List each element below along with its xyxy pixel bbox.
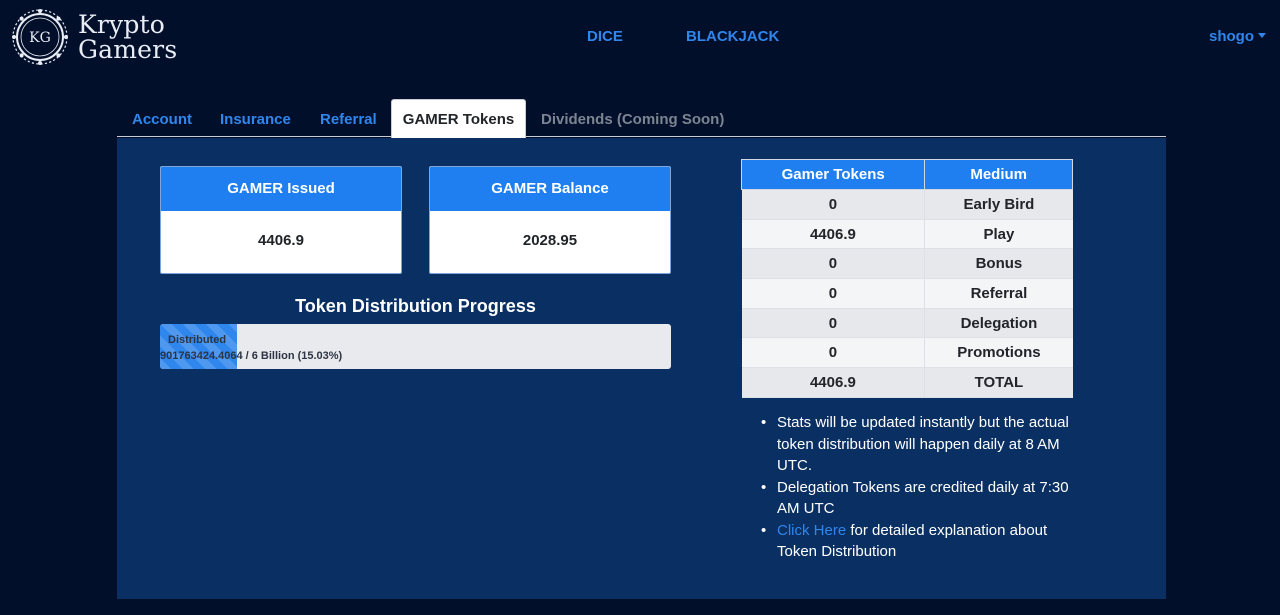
- nav-blackjack-link[interactable]: BLACKJACK: [686, 28, 779, 45]
- gamer-issued-card: GAMER Issued 4406.9: [160, 166, 402, 274]
- table-cell-medium: Early Bird: [924, 189, 1073, 220]
- tab-gamer-tokens[interactable]: GAMER Tokens: [391, 99, 526, 138]
- table-row-total: 4406.9 TOTAL: [741, 367, 1073, 398]
- table-cell-medium: Promotions: [924, 337, 1073, 369]
- progress-label: Distributed: [168, 334, 227, 346]
- table-cell-medium: Delegation: [924, 308, 1073, 339]
- table-cell-tokens: 0: [741, 308, 926, 339]
- brand-name: Krypto Gamers: [78, 12, 177, 62]
- table-row: 0 Early Bird: [741, 189, 1073, 220]
- tab-insurance[interactable]: Insurance: [220, 99, 291, 137]
- table-row: 0 Promotions: [741, 337, 1073, 369]
- note-stats-update: Stats will be updated instantly but the …: [761, 412, 1077, 477]
- gamer-issued-label: GAMER Issued: [161, 167, 401, 211]
- table-row: 0 Referral: [741, 278, 1073, 309]
- table-cell-medium: Referral: [924, 278, 1073, 309]
- gamer-balance-value: 2028.95: [522, 232, 578, 249]
- note-explanation: Click Here for detailed explanation abou…: [761, 520, 1077, 563]
- table-header-row: Gamer Tokens Medium: [740, 159, 1073, 190]
- table-cell-tokens: 0: [741, 248, 926, 280]
- table-row: 0 Delegation: [741, 308, 1073, 339]
- brand-name-line2: Gamers: [78, 35, 178, 64]
- distribution-notes: Stats will be updated instantly but the …: [761, 412, 1077, 563]
- header-medium: Medium: [924, 159, 1073, 190]
- tab-dividends: Dividends (Coming Soon): [541, 111, 725, 128]
- account-tabs: Account Insurance Referral GAMER Tokens …: [117, 99, 1166, 138]
- gamer-issued-value: 4406.9: [258, 232, 304, 249]
- table-cell-total-label: TOTAL: [924, 367, 1073, 398]
- table-cell-tokens: 0: [741, 337, 926, 369]
- table-row: 4406.9 Play: [741, 219, 1073, 250]
- note-delegation: Delegation Tokens are credited daily at …: [761, 477, 1077, 520]
- header-gamer-tokens: Gamer Tokens: [740, 159, 926, 190]
- progress-title: Token Distribution Progress: [295, 296, 536, 316]
- brand-badge-icon: KG: [12, 9, 68, 65]
- table-cell-medium: Play: [924, 219, 1073, 250]
- token-breakdown-table: Gamer Tokens Medium 0 Early Bird 4406.9 …: [740, 159, 1073, 398]
- table-cell-total-tokens: 4406.9: [741, 367, 926, 398]
- gamer-balance-card: GAMER Balance 2028.95: [429, 166, 671, 274]
- table-row: 0 Bonus: [741, 248, 1073, 280]
- table-cell-tokens: 0: [741, 278, 926, 309]
- gamer-balance-label: GAMER Balance: [430, 167, 670, 211]
- distribution-progress-bar: Distributed 901763424.4064 / 6 Billion (…: [160, 324, 671, 369]
- progress-value: 901763424.4064 / 6 Billion (15.03%): [160, 350, 343, 362]
- user-menu-dropdown[interactable]: shogo: [1209, 28, 1266, 45]
- table-cell-tokens: 0: [741, 189, 926, 220]
- brand-badge-text: KG: [29, 30, 51, 46]
- gamer-tokens-panel: GAMER Issued 4406.9 GAMER Balance 2028.9…: [117, 138, 1166, 599]
- tab-referral[interactable]: Referral: [320, 99, 377, 137]
- header: KG Krypto Gamers DICE BLACKJACK shogo: [0, 0, 1280, 76]
- table-cell-tokens: 4406.9: [741, 219, 926, 250]
- brand-logo[interactable]: KG Krypto Gamers: [10, 7, 177, 67]
- tab-account[interactable]: Account: [132, 99, 192, 137]
- progress-text: Distributed 901763424.4064 / 6 Billion (…: [160, 332, 671, 364]
- click-here-link[interactable]: Click Here: [777, 522, 846, 539]
- table-cell-medium: Bonus: [924, 248, 1073, 280]
- caret-down-icon: [1258, 32, 1266, 38]
- nav-dice-link[interactable]: DICE: [587, 28, 623, 45]
- username: shogo: [1209, 28, 1254, 45]
- brand-name-line1: Krypto: [78, 10, 166, 39]
